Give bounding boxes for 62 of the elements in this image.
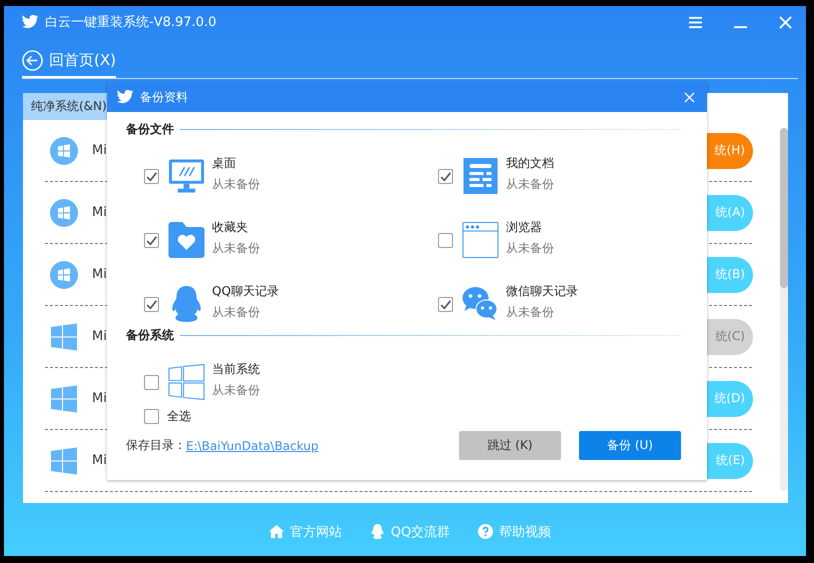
save-directory-label: 保存目录： xyxy=(126,437,186,454)
section-title: 备份文件 xyxy=(126,120,174,138)
item-label: 收藏夹 xyxy=(212,219,249,236)
dialog-title: 备份资料 xyxy=(140,88,188,106)
backup-status: 从未备份 xyxy=(212,176,260,193)
item-label: 当前系统 xyxy=(212,361,260,378)
windows-logo-icon xyxy=(50,260,78,288)
menu-icon[interactable] xyxy=(689,16,702,28)
windows-logo-icon xyxy=(50,322,78,350)
scrollbar[interactable] xyxy=(780,128,788,491)
back-home-button[interactable]: 回首页(X) xyxy=(22,44,116,78)
windows-logo-icon xyxy=(50,384,78,412)
checkbox[interactable] xyxy=(144,232,159,248)
monitor-icon xyxy=(168,158,205,194)
help-icon xyxy=(478,524,494,539)
checkbox[interactable] xyxy=(144,374,159,390)
system-name: Mi xyxy=(92,143,107,158)
system-name: Mi xyxy=(92,205,107,220)
checkbox[interactable] xyxy=(438,168,453,184)
chat-bubbles-icon xyxy=(462,286,499,322)
backup-status: 从未备份 xyxy=(212,304,261,321)
windows-logo-icon xyxy=(168,364,205,400)
penguin-icon xyxy=(370,524,385,539)
folder-heart-icon xyxy=(168,222,205,258)
system-name: Mi xyxy=(92,453,107,468)
section-title: 备份系统 xyxy=(126,326,174,344)
checkbox[interactable] xyxy=(144,296,159,312)
backup-status: 从未备份 xyxy=(212,240,260,257)
item-label: 浏览器 xyxy=(506,219,543,236)
item-label: 桌面 xyxy=(212,155,237,172)
bird-logo-icon xyxy=(117,90,134,104)
footer-link[interactable]: 帮助视频 xyxy=(478,522,552,540)
windows-logo-icon xyxy=(50,446,78,474)
item-label: QQ聊天记录 xyxy=(212,283,279,300)
windows-logo-icon xyxy=(50,136,78,164)
document-icon xyxy=(462,158,499,194)
system-name: Mi xyxy=(92,391,107,406)
system-name: Mi xyxy=(92,267,107,282)
home-icon xyxy=(268,524,284,539)
close-icon[interactable] xyxy=(779,16,792,28)
footer-link[interactable]: QQ交流群 xyxy=(370,522,450,540)
checkbox[interactable] xyxy=(144,168,159,184)
backup-status: 从未备份 xyxy=(506,304,555,321)
backup-status: 从未备份 xyxy=(506,176,554,193)
save-directory-link[interactable]: E:\BaiYunData\Backup xyxy=(186,438,318,452)
backup-button[interactable]: 备份 (U) xyxy=(579,431,681,460)
backup-status: 从未备份 xyxy=(506,240,554,257)
checkbox[interactable] xyxy=(438,296,453,312)
checkbox[interactable] xyxy=(438,232,453,248)
system-name: Mi xyxy=(92,329,107,344)
skip-button[interactable]: 跳过 (K) xyxy=(459,431,561,460)
checkbox[interactable] xyxy=(144,409,159,424)
windows-logo-icon xyxy=(50,198,78,226)
window-title: 白云一键重装系统-V8.97.0.0 xyxy=(45,14,216,31)
backup-status: 从未备份 xyxy=(212,382,260,399)
close-icon[interactable] xyxy=(684,92,695,102)
item-label: 微信聊天记录 xyxy=(506,283,578,300)
item-label: 我的文档 xyxy=(506,155,554,172)
bird-logo-icon xyxy=(22,15,39,29)
footer-link[interactable]: 官方网站 xyxy=(268,522,342,540)
browser-window-icon xyxy=(462,222,499,258)
select-all-label: 全选 xyxy=(167,408,191,425)
